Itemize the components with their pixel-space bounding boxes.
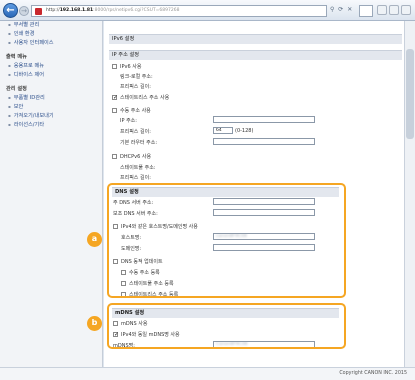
sidebar-group-title-output: 출력 메뉴: [6, 54, 27, 60]
sidebar-group-title-management: 관리 설정: [6, 86, 27, 92]
favorites-star-icon[interactable]: [389, 5, 399, 15]
ip-address-section-header: IP 주소 설정: [109, 50, 402, 60]
browser-tab[interactable]: [359, 5, 373, 17]
url-prefix: http://: [46, 8, 60, 13]
use-ipv6-checkbox[interactable]: [112, 64, 117, 69]
ip-address-label: IP 주소:: [120, 118, 137, 124]
home-icon[interactable]: [377, 5, 387, 15]
sidebar-item-security[interactable]: 보안: [8, 103, 24, 110]
callout-a-badge: a: [87, 232, 102, 247]
stateful-address-label: 스테이트풀 주소:: [120, 165, 156, 171]
manual-address-row: 수동 주소 사용: [112, 107, 151, 114]
stateless-row: 스테이트리스 주소 사용: [112, 94, 169, 101]
stateful-prefix-label: 프리픽스 길이:: [120, 175, 151, 181]
back-arrow-icon[interactable]: ←: [3, 3, 18, 18]
link-prefix-label: 프리픽스 길이:: [120, 84, 151, 90]
default-router-input[interactable]: [213, 138, 315, 145]
prefix-length-label: 프리픽스 길이:: [120, 129, 151, 135]
url-host: 192.168.1.81: [59, 8, 94, 13]
sidebar-item-import-export[interactable]: 가져오기/내보내기: [8, 112, 54, 119]
sidebar-item-device-control[interactable]: 디바이스 제어: [8, 71, 44, 78]
callout-b-badge: b: [87, 316, 102, 331]
sidebar: 부서별 관리 인쇄 환경 사용자 인터페이스 출력 메뉴 응용프로 메뉴 디바이…: [0, 21, 103, 367]
forward-arrow-icon[interactable]: →: [19, 6, 29, 16]
manual-address-checkbox[interactable]: [112, 108, 117, 113]
stateless-checkbox[interactable]: [112, 94, 118, 101]
url-path: :8000/rps/netipv6.cgi?CSUT=6897268: [93, 8, 180, 13]
dns-highlight-frame: [107, 183, 346, 298]
mdns-highlight-frame: [107, 303, 346, 349]
address-bar-icons[interactable]: ⚲ ⟳ ✕: [330, 6, 353, 13]
sidebar-item-app-menu[interactable]: 응용프로 메뉴: [8, 62, 44, 69]
ipv6-section-header: IPv6 설정: [109, 34, 402, 44]
scrollbar-thumb[interactable]: [406, 49, 414, 139]
dhcpv6-row: DHCPv6 사용: [112, 153, 151, 160]
window-controls: [377, 5, 411, 15]
manual-address-label: 수동 주소 사용: [120, 108, 151, 114]
site-favicon-icon: [35, 8, 42, 15]
stateless-label: 스테이트리스 주소 사용: [120, 95, 170, 101]
footer: Copyright CANON INC. 2015: [0, 367, 415, 380]
default-router-label: 기본 라우터 주소:: [120, 140, 158, 146]
prefix-range-hint: (0-128): [235, 128, 254, 134]
use-ipv6-row: IPv6 사용: [112, 63, 141, 70]
sidebar-item-print-env[interactable]: 인쇄 환경: [8, 30, 35, 37]
copyright-text: Copyright CANON INC. 2015: [339, 371, 407, 376]
use-ipv6-label: IPv6 사용: [120, 64, 142, 70]
vertical-scrollbar[interactable]: [404, 21, 415, 367]
sidebar-item-part-id[interactable]: 부품별 ID관리: [8, 94, 45, 101]
sidebar-item-user-interface[interactable]: 사용자 인터페이스: [8, 39, 54, 46]
address-bar[interactable]: http://192.168.1.81:8000/rps/netipv6.cgi…: [31, 5, 327, 17]
dhcpv6-label: DHCPv6 사용: [120, 154, 152, 160]
sidebar-item-department-id[interactable]: 부서별 관리: [8, 21, 40, 28]
link-local-label: 링크-로컬 주소:: [120, 74, 153, 80]
ip-address-input[interactable]: [213, 116, 315, 123]
settings-gear-icon[interactable]: [401, 5, 411, 15]
sidebar-item-license[interactable]: 라이선스/기타: [8, 121, 44, 128]
dhcpv6-checkbox[interactable]: [112, 154, 117, 159]
prefix-length-input[interactable]: 64: [213, 127, 233, 134]
browser-toolbar: ← → http://192.168.1.81:8000/rps/netipv6…: [0, 0, 415, 21]
